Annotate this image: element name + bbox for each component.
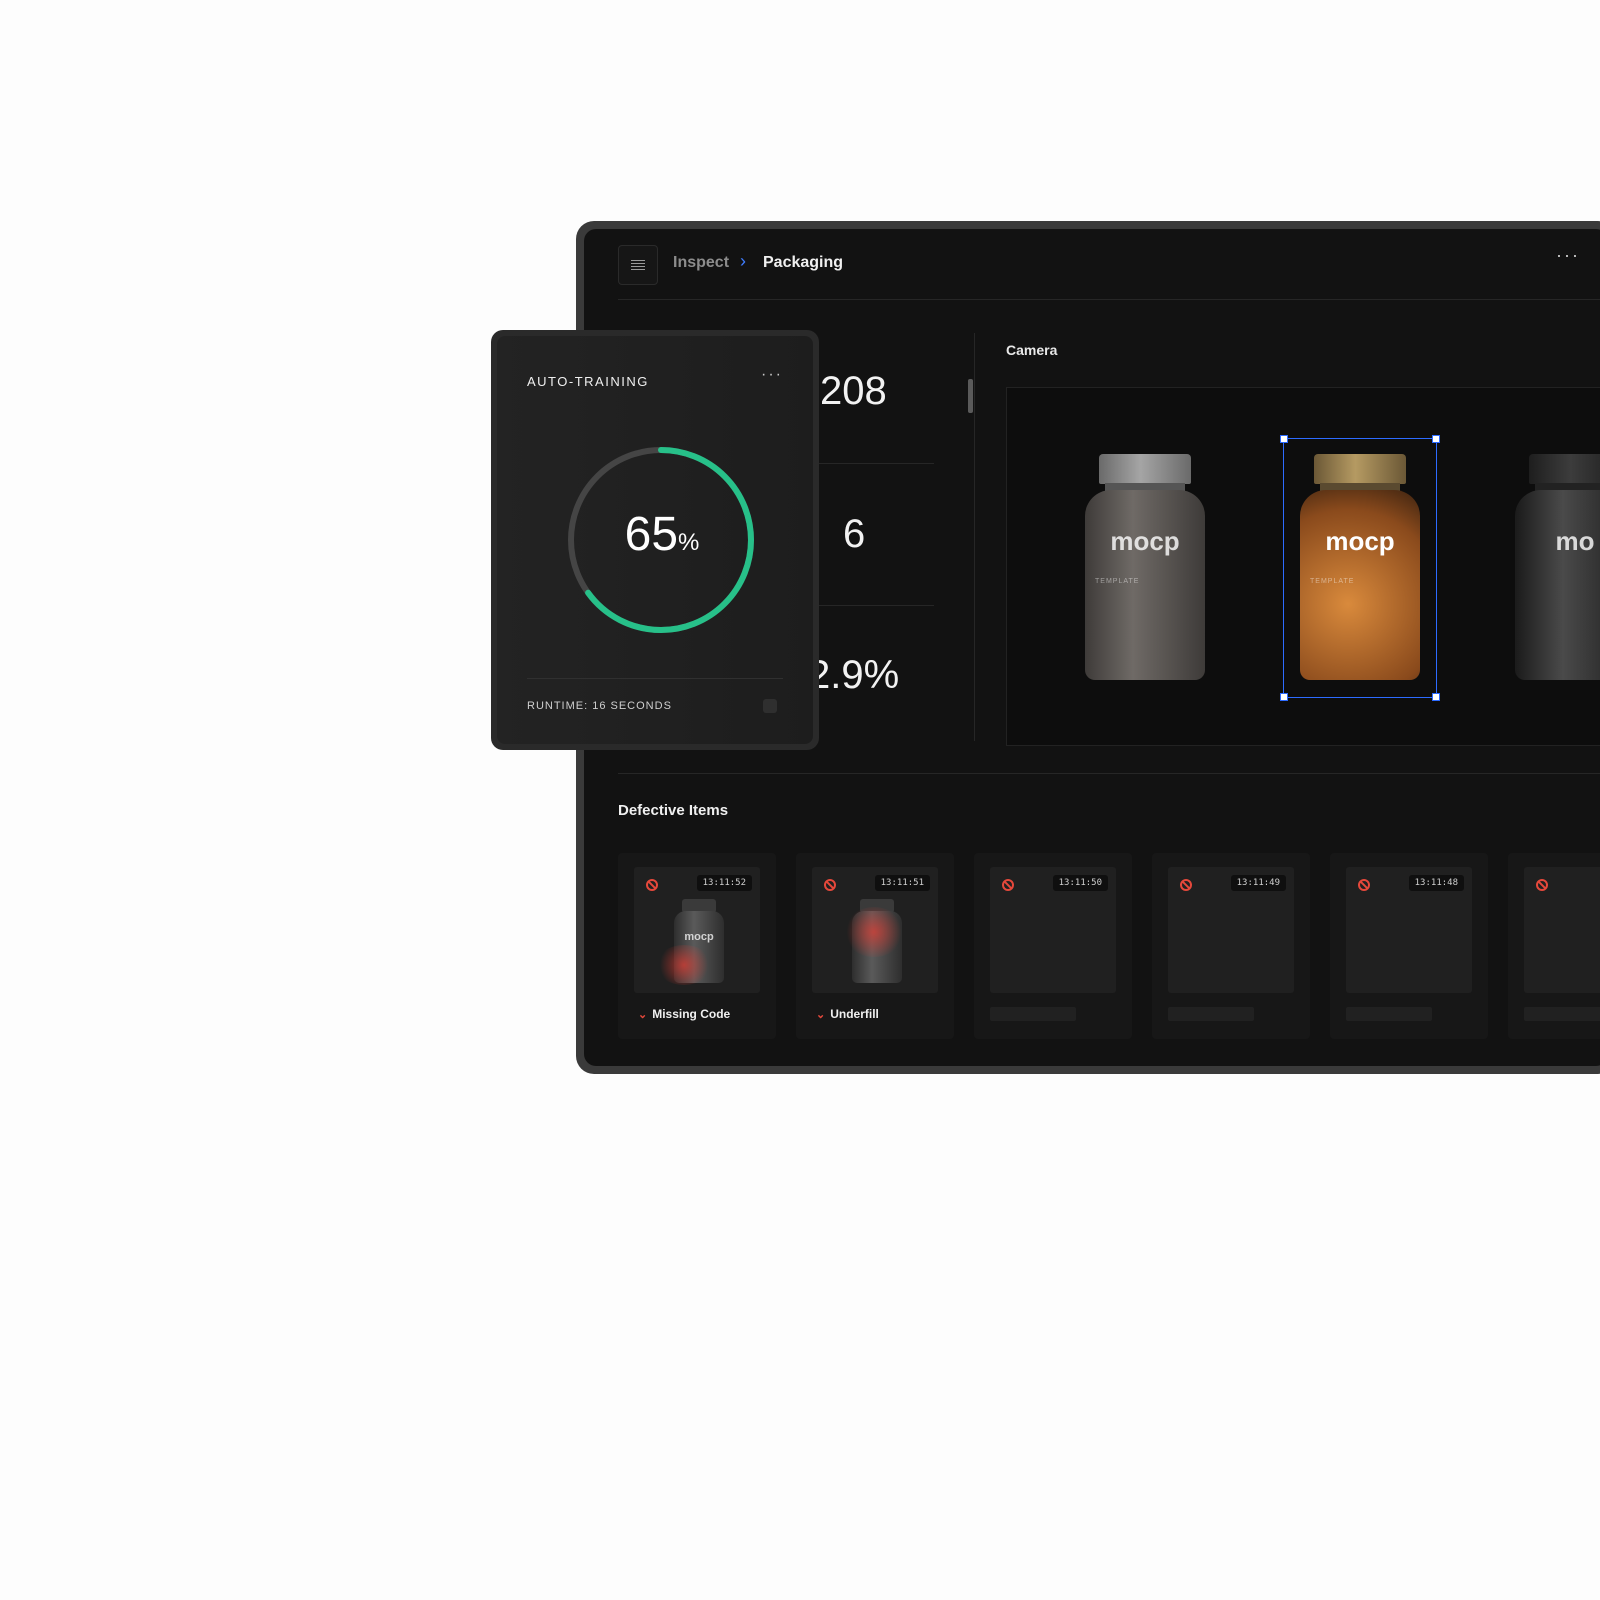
breadcrumb-inspect[interactable]: Inspect <box>673 254 729 272</box>
vertical-divider <box>974 333 975 741</box>
chevron-right-icon: › <box>740 251 746 271</box>
defect-label: ⌄ Underfill <box>816 1007 879 1021</box>
scroll-indicator[interactable] <box>968 379 973 413</box>
camera-title: Camera <box>1006 342 1058 358</box>
block-icon <box>824 879 836 891</box>
defect-card[interactable]: 13:11:48 <box>1330 853 1488 1039</box>
timestamp: 13:11:49 <box>1230 875 1286 891</box>
stat-total: 208 <box>820 369 887 413</box>
auto-training-panel: AUTO-TRAINING ··· 65% RUNTIME: 16 SECOND… <box>497 336 813 744</box>
defect-card[interactable]: mocp 13:11:52 ⌄ Missing Code <box>618 853 776 1039</box>
defective-items-title: Defective Items <box>618 802 729 819</box>
defect-thumbnail <box>1524 867 1600 993</box>
chevron-down-icon: ⌄ <box>638 1009 648 1021</box>
auto-training-title: AUTO-TRAINING <box>527 374 649 389</box>
resize-handle[interactable] <box>1280 693 1288 701</box>
block-icon <box>1180 879 1192 891</box>
more-options-icon[interactable]: ··· <box>1556 245 1580 266</box>
timestamp: 13:11:50 <box>1052 875 1108 891</box>
block-icon <box>1358 879 1370 891</box>
chevron-down-icon: ⌄ <box>816 1009 826 1021</box>
block-icon <box>1536 879 1548 891</box>
camera-feed[interactable]: mocp TEMPLATE mocp TEMPLATE mo <box>1006 387 1600 746</box>
timestamp: 13:11:52 <box>696 875 752 891</box>
block-icon <box>646 879 658 891</box>
defect-thumbnail: 13:11:48 <box>1346 867 1472 993</box>
stat-rate: 2.9% <box>808 653 900 697</box>
resize-handle[interactable] <box>1432 435 1440 443</box>
stop-icon[interactable] <box>763 699 777 713</box>
hamburger-icon <box>631 258 645 272</box>
progress-percent: 65% <box>624 508 700 561</box>
defect-label: ⌄ Missing Code <box>638 1007 731 1021</box>
breadcrumb-current: Packaging <box>763 254 844 271</box>
auto-training-card: AUTO-TRAINING ··· 65% RUNTIME: 16 SECOND… <box>491 330 819 750</box>
runtime-text: RUNTIME: 16 SECONDS <box>527 700 672 712</box>
block-icon <box>1002 879 1014 891</box>
stat-divider <box>808 605 934 606</box>
resize-handle[interactable] <box>1432 693 1440 701</box>
stat-defects: 6 <box>843 512 866 556</box>
defect-card[interactable] <box>1508 853 1600 1039</box>
selection-box[interactable] <box>1283 438 1437 698</box>
label-placeholder <box>1168 1007 1254 1021</box>
label-placeholder <box>990 1007 1076 1021</box>
menu-button[interactable] <box>618 245 658 285</box>
section-divider <box>618 773 1600 774</box>
stat-divider <box>808 463 934 464</box>
resize-handle[interactable] <box>1280 435 1288 443</box>
defect-highlight <box>656 945 712 985</box>
defect-card[interactable]: 13:11:51 ⌄ Underfill <box>796 853 954 1039</box>
label-placeholder <box>1524 1007 1600 1021</box>
defect-highlight <box>844 907 904 957</box>
header-divider <box>618 299 1600 300</box>
defect-thumbnail: 13:11:51 <box>812 867 938 993</box>
defect-card[interactable]: 13:11:50 <box>974 853 1132 1039</box>
defect-thumbnail: 13:11:50 <box>990 867 1116 993</box>
defect-thumbnail: 13:11:49 <box>1168 867 1294 993</box>
defect-card[interactable]: 13:11:49 <box>1152 853 1310 1039</box>
card-divider <box>527 678 783 679</box>
timestamp: 13:11:48 <box>1408 875 1464 891</box>
timestamp: 13:11:51 <box>874 875 930 891</box>
defect-thumbnail: mocp 13:11:52 <box>634 867 760 993</box>
label-placeholder <box>1346 1007 1432 1021</box>
more-options-icon[interactable]: ··· <box>761 366 783 384</box>
